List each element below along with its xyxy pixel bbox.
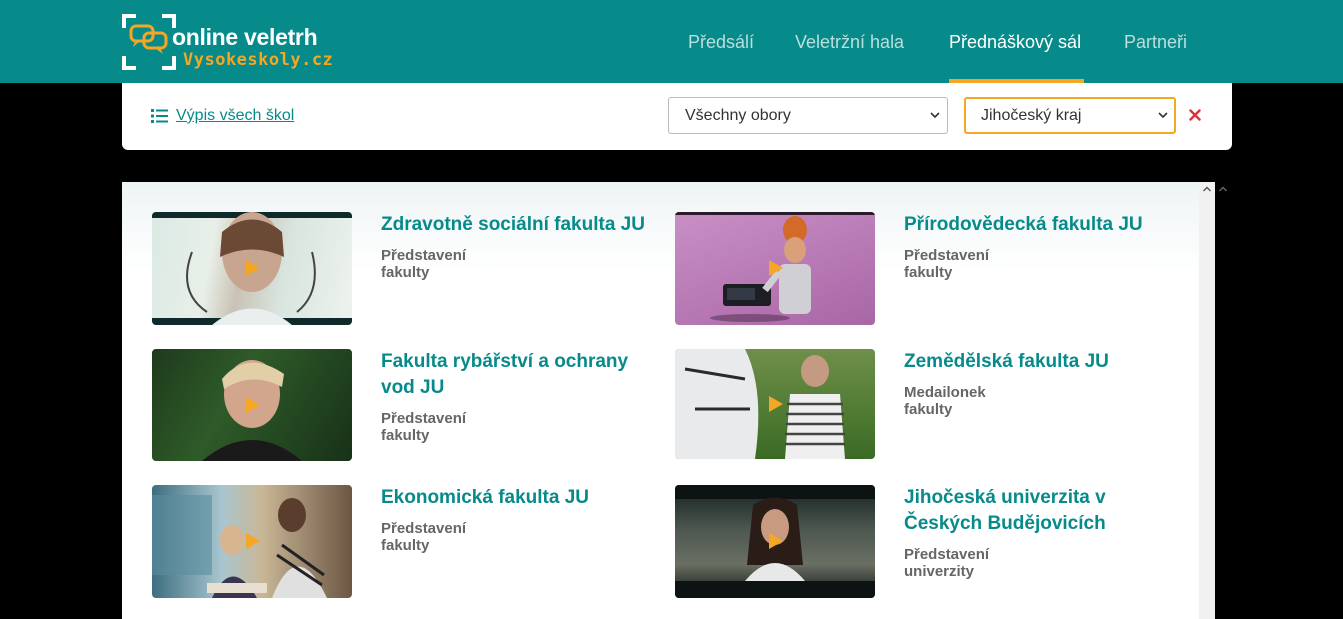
- chevron-down-icon: [1158, 112, 1168, 119]
- video-subtitle: Představení fakulty: [904, 247, 990, 281]
- all-schools-link[interactable]: Výpis všech škol: [151, 107, 294, 125]
- nav-item-veletrzni-hala[interactable]: Veletržní hala: [795, 32, 904, 53]
- video-title[interactable]: Jihočeská univerzita v Českých Budějovic…: [904, 485, 1169, 537]
- video-subtitle: Představení fakulty: [381, 410, 467, 444]
- play-icon: [769, 533, 783, 549]
- video-title[interactable]: Zemědělská fakulta JU: [904, 349, 1169, 375]
- all-schools-link-label: Výpis všech škol: [176, 107, 295, 124]
- region-select[interactable]: Jihočeský kraj: [964, 97, 1176, 134]
- video-thumbnail[interactable]: [675, 349, 875, 459]
- video-thumbnail[interactable]: [675, 485, 875, 598]
- list-icon: [151, 109, 168, 123]
- page-scroll-up-icon[interactable]: [1219, 186, 1227, 192]
- field-select-value: Všechny obory: [685, 107, 791, 124]
- video-thumbnail[interactable]: [152, 349, 352, 461]
- video-title[interactable]: Zdravotně sociální fakulta JU: [381, 212, 646, 238]
- video-thumbnail[interactable]: [152, 212, 352, 325]
- filter-bar: Výpis všech škol Všechny obory Jihočeský…: [122, 83, 1232, 150]
- clear-filter-icon[interactable]: [1189, 109, 1201, 121]
- chevron-down-icon: [930, 112, 940, 119]
- video-subtitle: Představení univerzity: [904, 546, 990, 580]
- play-icon: [769, 260, 783, 276]
- field-select[interactable]: Všechny obory: [668, 97, 948, 134]
- nav-item-prednaskovy-sal[interactable]: Přednáškový sál: [949, 32, 1081, 53]
- nav-item-partneri[interactable]: Partneři: [1124, 32, 1187, 53]
- logo-subtitle: Vysokeskoly.cz: [183, 50, 334, 70]
- region-select-value: Jihočeský kraj: [981, 107, 1082, 124]
- video-subtitle: Představení fakulty: [381, 247, 467, 281]
- play-icon: [769, 396, 783, 412]
- play-icon: [246, 397, 260, 413]
- top-header: online veletrh Vysokeskoly.cz Předsálí V…: [0, 0, 1343, 83]
- nav-item-predsali[interactable]: Předsálí: [688, 32, 754, 53]
- video-thumbnail[interactable]: [152, 485, 352, 598]
- video-subtitle: Představení fakulty: [381, 520, 467, 554]
- video-thumbnail[interactable]: [675, 212, 875, 325]
- video-subtitle: Medailonek fakulty: [904, 384, 986, 418]
- play-icon: [246, 260, 260, 276]
- play-icon: [246, 533, 260, 549]
- video-list-panel: Zdravotně sociální fakulta JU Představen…: [122, 182, 1199, 619]
- scroll-up-icon[interactable]: [1203, 186, 1211, 192]
- logo-bracket-icon: [122, 14, 176, 70]
- video-title[interactable]: Fakulta rybářství a ochrany vod JU: [381, 349, 646, 401]
- logo-title: online veletrh: [172, 24, 318, 50]
- panel-scrollbar[interactable]: [1199, 182, 1215, 619]
- video-title[interactable]: Přírodovědecká fakulta JU: [904, 212, 1169, 238]
- video-title[interactable]: Ekonomická fakulta JU: [381, 485, 646, 511]
- site-logo[interactable]: online veletrh Vysokeskoly.cz: [122, 14, 333, 70]
